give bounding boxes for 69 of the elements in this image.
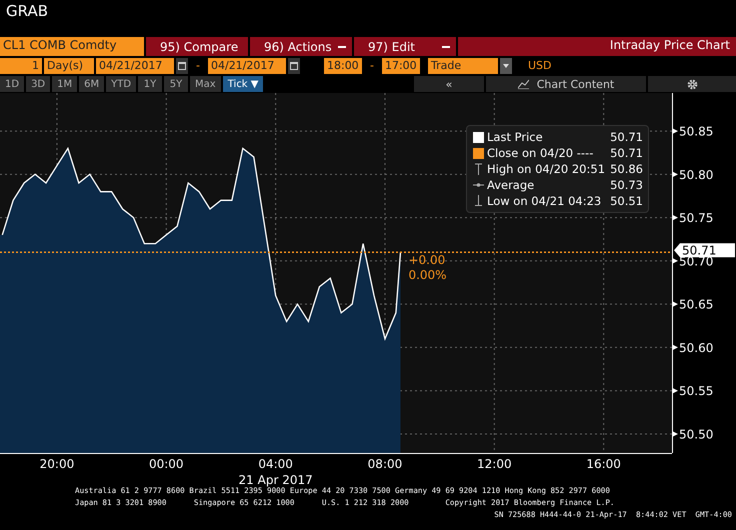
y-tick-label: 50.65 <box>679 298 714 312</box>
date-label: 21 Apr 2017 <box>238 473 313 487</box>
mode-field[interactable]: Trade <box>428 58 498 74</box>
y-tick-label: 50.85 <box>679 124 714 139</box>
calendar-icon[interactable] <box>288 58 300 74</box>
legend-label: Low on 04/21 04:23 <box>487 194 602 208</box>
axis-label: 50.50 <box>672 427 714 442</box>
legend-value: 50.73 <box>610 178 643 192</box>
menu-button[interactable]: 95) Compare <box>146 37 248 56</box>
legend-value: 50.86 <box>610 162 643 176</box>
legend-label: High on 04/20 20:51 <box>487 162 606 176</box>
period-tab[interactable]: YTD <box>106 76 136 92</box>
period-tab[interactable]: Tick ▼ <box>222 76 264 92</box>
axis-label: 16:00 <box>586 457 621 471</box>
legend-label: Last Price <box>487 130 544 144</box>
unit-field[interactable]: Day(s) <box>44 58 94 74</box>
period-tab[interactable]: 6M <box>79 76 104 92</box>
y-tick-label: 50.60 <box>679 340 714 355</box>
y-tick-label: 50.80 <box>679 168 714 182</box>
legend-value: 50.71 <box>610 146 643 160</box>
axis-label: 00:00 <box>149 457 184 471</box>
window-title: GRAB <box>5 1 49 22</box>
date-field[interactable]: 04/21/2017 <box>208 58 286 74</box>
axis-label: 50.65 <box>672 298 714 312</box>
dropdown-button[interactable]: 97) Edit <box>354 37 456 56</box>
dropdown-icon[interactable] <box>500 58 512 74</box>
currency-label: USD <box>526 58 552 74</box>
period-tab[interactable]: Max <box>190 76 221 92</box>
count-field[interactable]: 1 <box>0 58 42 74</box>
panel-title: Intraday Price Chart <box>458 37 736 56</box>
axis-label: 50.60 <box>672 340 714 355</box>
separator-text: - <box>368 58 375 74</box>
collapse-button[interactable]: « <box>414 76 484 92</box>
low-marker-icon <box>473 195 484 207</box>
y-tick-label: 50.55 <box>679 384 714 398</box>
axis-label: 08:00 <box>368 457 402 471</box>
security-field[interactable]: CL1 COMB Comdty <box>0 37 144 56</box>
date-field[interactable]: 04/21/2017 <box>96 58 174 74</box>
change-label: 0.00% <box>408 269 447 282</box>
chart-content-button[interactable]: Chart Content <box>486 76 646 92</box>
axis-label: 50.80 <box>672 168 714 182</box>
settings-button[interactable] <box>648 76 736 92</box>
legend-label: Close on 04/20 ---- <box>487 146 594 160</box>
legend-value: 50.71 <box>610 130 643 144</box>
axis-label: 04:00 <box>258 457 293 471</box>
legend-label: Average <box>487 178 536 192</box>
chart-icon <box>518 79 529 89</box>
axis-label: 12:00 <box>477 457 512 471</box>
axis-label: 50.55 <box>672 384 714 398</box>
period-tab[interactable]: 1M <box>52 76 78 92</box>
legend-value: 50.51 <box>610 194 643 208</box>
time-field[interactable]: 17:00 <box>382 58 420 74</box>
separator-text: - <box>195 58 201 74</box>
calendar-icon[interactable] <box>176 58 188 74</box>
axis-label: 20:00 <box>40 457 74 471</box>
period-tab[interactable]: 5Y <box>164 76 188 92</box>
period-tab[interactable]: 3D <box>26 76 50 92</box>
period-tab[interactable]: 1D <box>0 76 24 92</box>
change-label: +0.00 <box>408 254 446 268</box>
price-tag: 50.71 <box>674 243 735 258</box>
y-tick-label: 50.50 <box>679 427 714 442</box>
settings-icon <box>686 78 698 90</box>
time-field[interactable]: 18:00 <box>324 58 362 74</box>
high-marker-icon <box>473 163 484 175</box>
y-tick-label: 50.75 <box>679 211 714 226</box>
dropdown-button[interactable]: 96) Actions <box>250 37 352 56</box>
period-tab[interactable]: 1Y <box>138 76 162 92</box>
axis-label: 50.75 <box>672 211 714 226</box>
axis-label: 50.85 <box>672 124 714 139</box>
